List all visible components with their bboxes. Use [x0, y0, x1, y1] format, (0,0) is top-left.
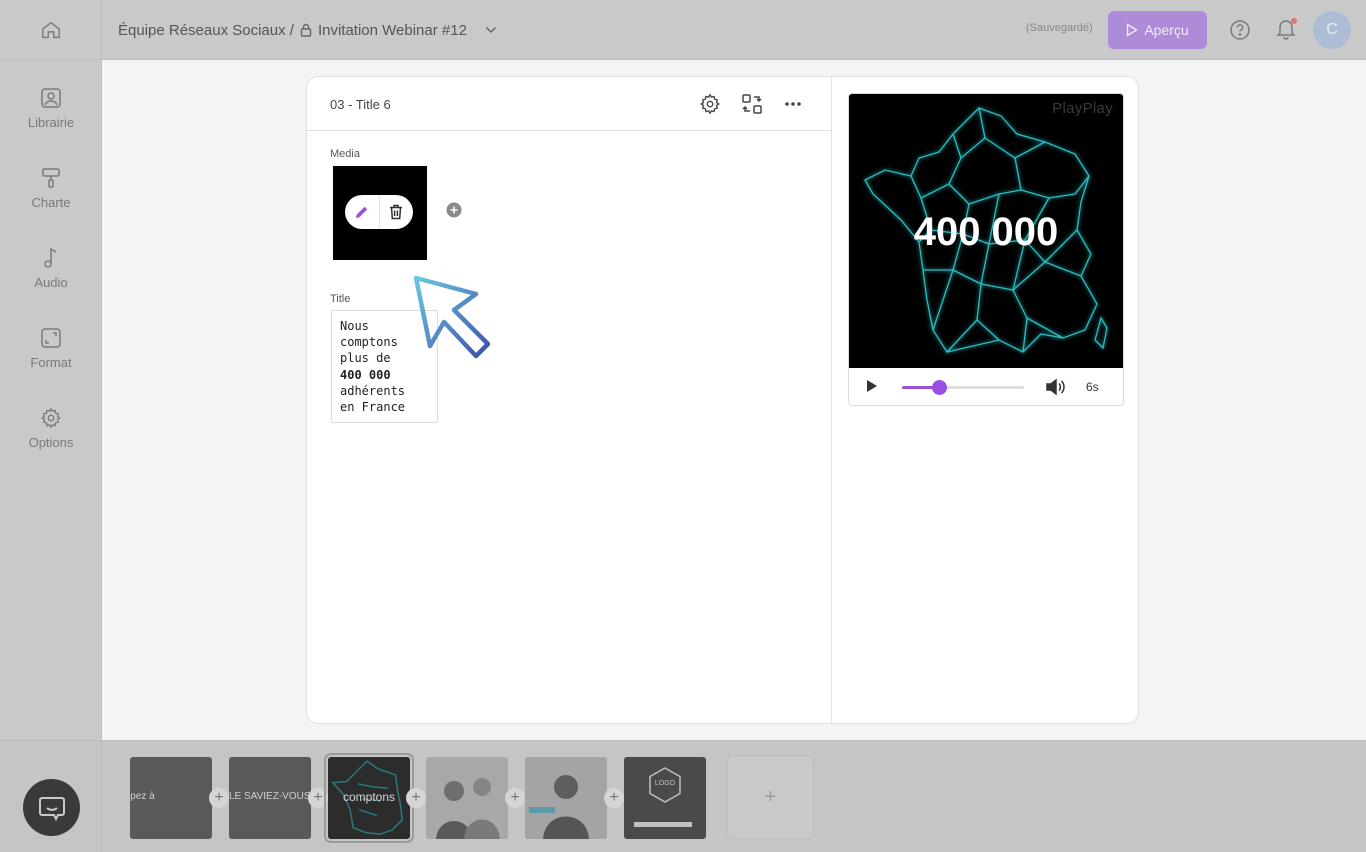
watermark: PlayPlay [1052, 100, 1113, 117]
cursor-arrow-graphic [413, 275, 491, 359]
insert-slide-button[interactable]: + [209, 788, 229, 808]
lock-icon [300, 23, 312, 37]
media-actions [345, 195, 413, 229]
card-divider [831, 77, 832, 723]
timeline: ipez à + LE SAVIEZ-VOUS ? + comptons + + [0, 740, 1366, 852]
timeline-left-panel [0, 741, 102, 852]
timeline-slide[interactable]: LE SAVIEZ-VOUS ? [229, 757, 311, 839]
title-line: adhérents [340, 383, 406, 398]
add-slide-button[interactable]: + [727, 755, 814, 839]
player-controls: 6s [849, 368, 1123, 405]
breadcrumb: Équipe Réseaux Sociaux / Invitation Webi… [118, 0, 497, 60]
insert-slide-button[interactable]: + [406, 788, 426, 808]
sidebar-item-label: Format [30, 355, 72, 370]
timeline-slide[interactable]: LOGO [624, 757, 706, 839]
people-photo-thumbnail [426, 757, 508, 839]
insert-slide-button[interactable]: + [308, 788, 328, 808]
resize-icon [41, 328, 61, 348]
progress-handle[interactable] [931, 380, 947, 395]
breadcrumb-team[interactable]: Équipe Réseaux Sociaux / [118, 22, 294, 39]
music-note-icon [44, 247, 57, 268]
portrait-photo-thumbnail [525, 757, 607, 839]
sidebar: Librairie Charte Audio Format Options [0, 60, 102, 740]
timeline-slide-active[interactable]: comptons [324, 753, 414, 843]
home-button[interactable] [0, 0, 102, 60]
insert-slide-button[interactable]: + [604, 788, 624, 808]
settings-icon[interactable] [699, 93, 721, 115]
help-icon[interactable] [1229, 19, 1251, 41]
volume-icon[interactable] [1045, 378, 1065, 396]
more-options-icon[interactable] [783, 101, 803, 107]
duration: 6s [1086, 380, 1099, 394]
title-line-highlight: 400 000 [340, 367, 391, 382]
notification-badge [1291, 18, 1297, 24]
delete-media-button[interactable] [379, 195, 413, 229]
chat-icon [38, 796, 65, 821]
sidebar-item-label: Charte [31, 195, 71, 210]
slide-text: comptons [342, 790, 396, 804]
progress-slider[interactable] [902, 380, 1024, 395]
sidebar-item-audio[interactable]: Audio [0, 247, 102, 309]
media-label: Media [330, 148, 360, 160]
sidebar-item-options[interactable]: Options [0, 407, 102, 469]
sidebar-item-format[interactable]: Format [0, 327, 102, 389]
swap-layout-icon[interactable] [741, 93, 763, 115]
scene-editor-card: 03 - Title 6 Media Title Nous comptons p… [306, 76, 1139, 724]
paint-roller-icon [42, 168, 60, 188]
gear-icon [41, 407, 61, 429]
top-bar: Équipe Réseaux Sociaux / Invitation Webi… [0, 0, 1366, 60]
breadcrumb-project[interactable]: Invitation Webinar #12 [318, 22, 467, 39]
preview-headline: 400 000 [913, 210, 1059, 254]
avatar[interactable]: C [1313, 11, 1351, 49]
edit-media-button[interactable] [345, 195, 379, 229]
video-screen[interactable]: PlayPlay 400 000 [849, 94, 1123, 368]
play-icon[interactable] [866, 379, 878, 393]
scene-header: 03 - Title 6 [307, 77, 831, 131]
logo-placeholder-graphic [634, 767, 692, 827]
add-media-icon[interactable] [446, 202, 462, 218]
timeline-slide[interactable]: ipez à [130, 757, 212, 839]
preview-button[interactable]: Aperçu [1108, 11, 1207, 49]
slide-text: ipez à [130, 791, 155, 802]
chat-button[interactable] [23, 779, 80, 836]
home-icon [41, 21, 60, 39]
scene-title: 03 - Title 6 [330, 97, 391, 112]
pencil-icon [355, 206, 367, 218]
title-label: Title [330, 293, 351, 305]
sidebar-item-librairie[interactable]: Librairie [0, 87, 102, 149]
sidebar-item-charte[interactable]: Charte [0, 167, 102, 229]
image-icon [41, 88, 61, 108]
sidebar-item-label: Librairie [27, 115, 75, 130]
chevron-down-icon[interactable] [485, 26, 497, 34]
video-preview: PlayPlay 400 000 6s [848, 93, 1124, 406]
slide-text: LE SAVIEZ-VOUS ? [229, 791, 311, 802]
timeline-slide[interactable] [426, 757, 508, 839]
save-status: (Sauvegardé) [1026, 22, 1093, 34]
media-thumbnail[interactable] [333, 166, 427, 260]
title-line: en France [340, 400, 406, 415]
avatar-initial: C [1326, 21, 1338, 38]
sidebar-item-label: Options [28, 435, 74, 450]
timeline-slide[interactable] [525, 757, 607, 839]
slide-text: LOGO [654, 780, 676, 787]
play-outline-icon [1127, 23, 1139, 37]
add-slide-label: + [764, 785, 777, 808]
insert-slide-button[interactable]: + [505, 788, 525, 808]
preview-label: Aperçu [1144, 22, 1189, 38]
trash-icon [390, 204, 403, 220]
sidebar-item-label: Audio [34, 275, 68, 290]
